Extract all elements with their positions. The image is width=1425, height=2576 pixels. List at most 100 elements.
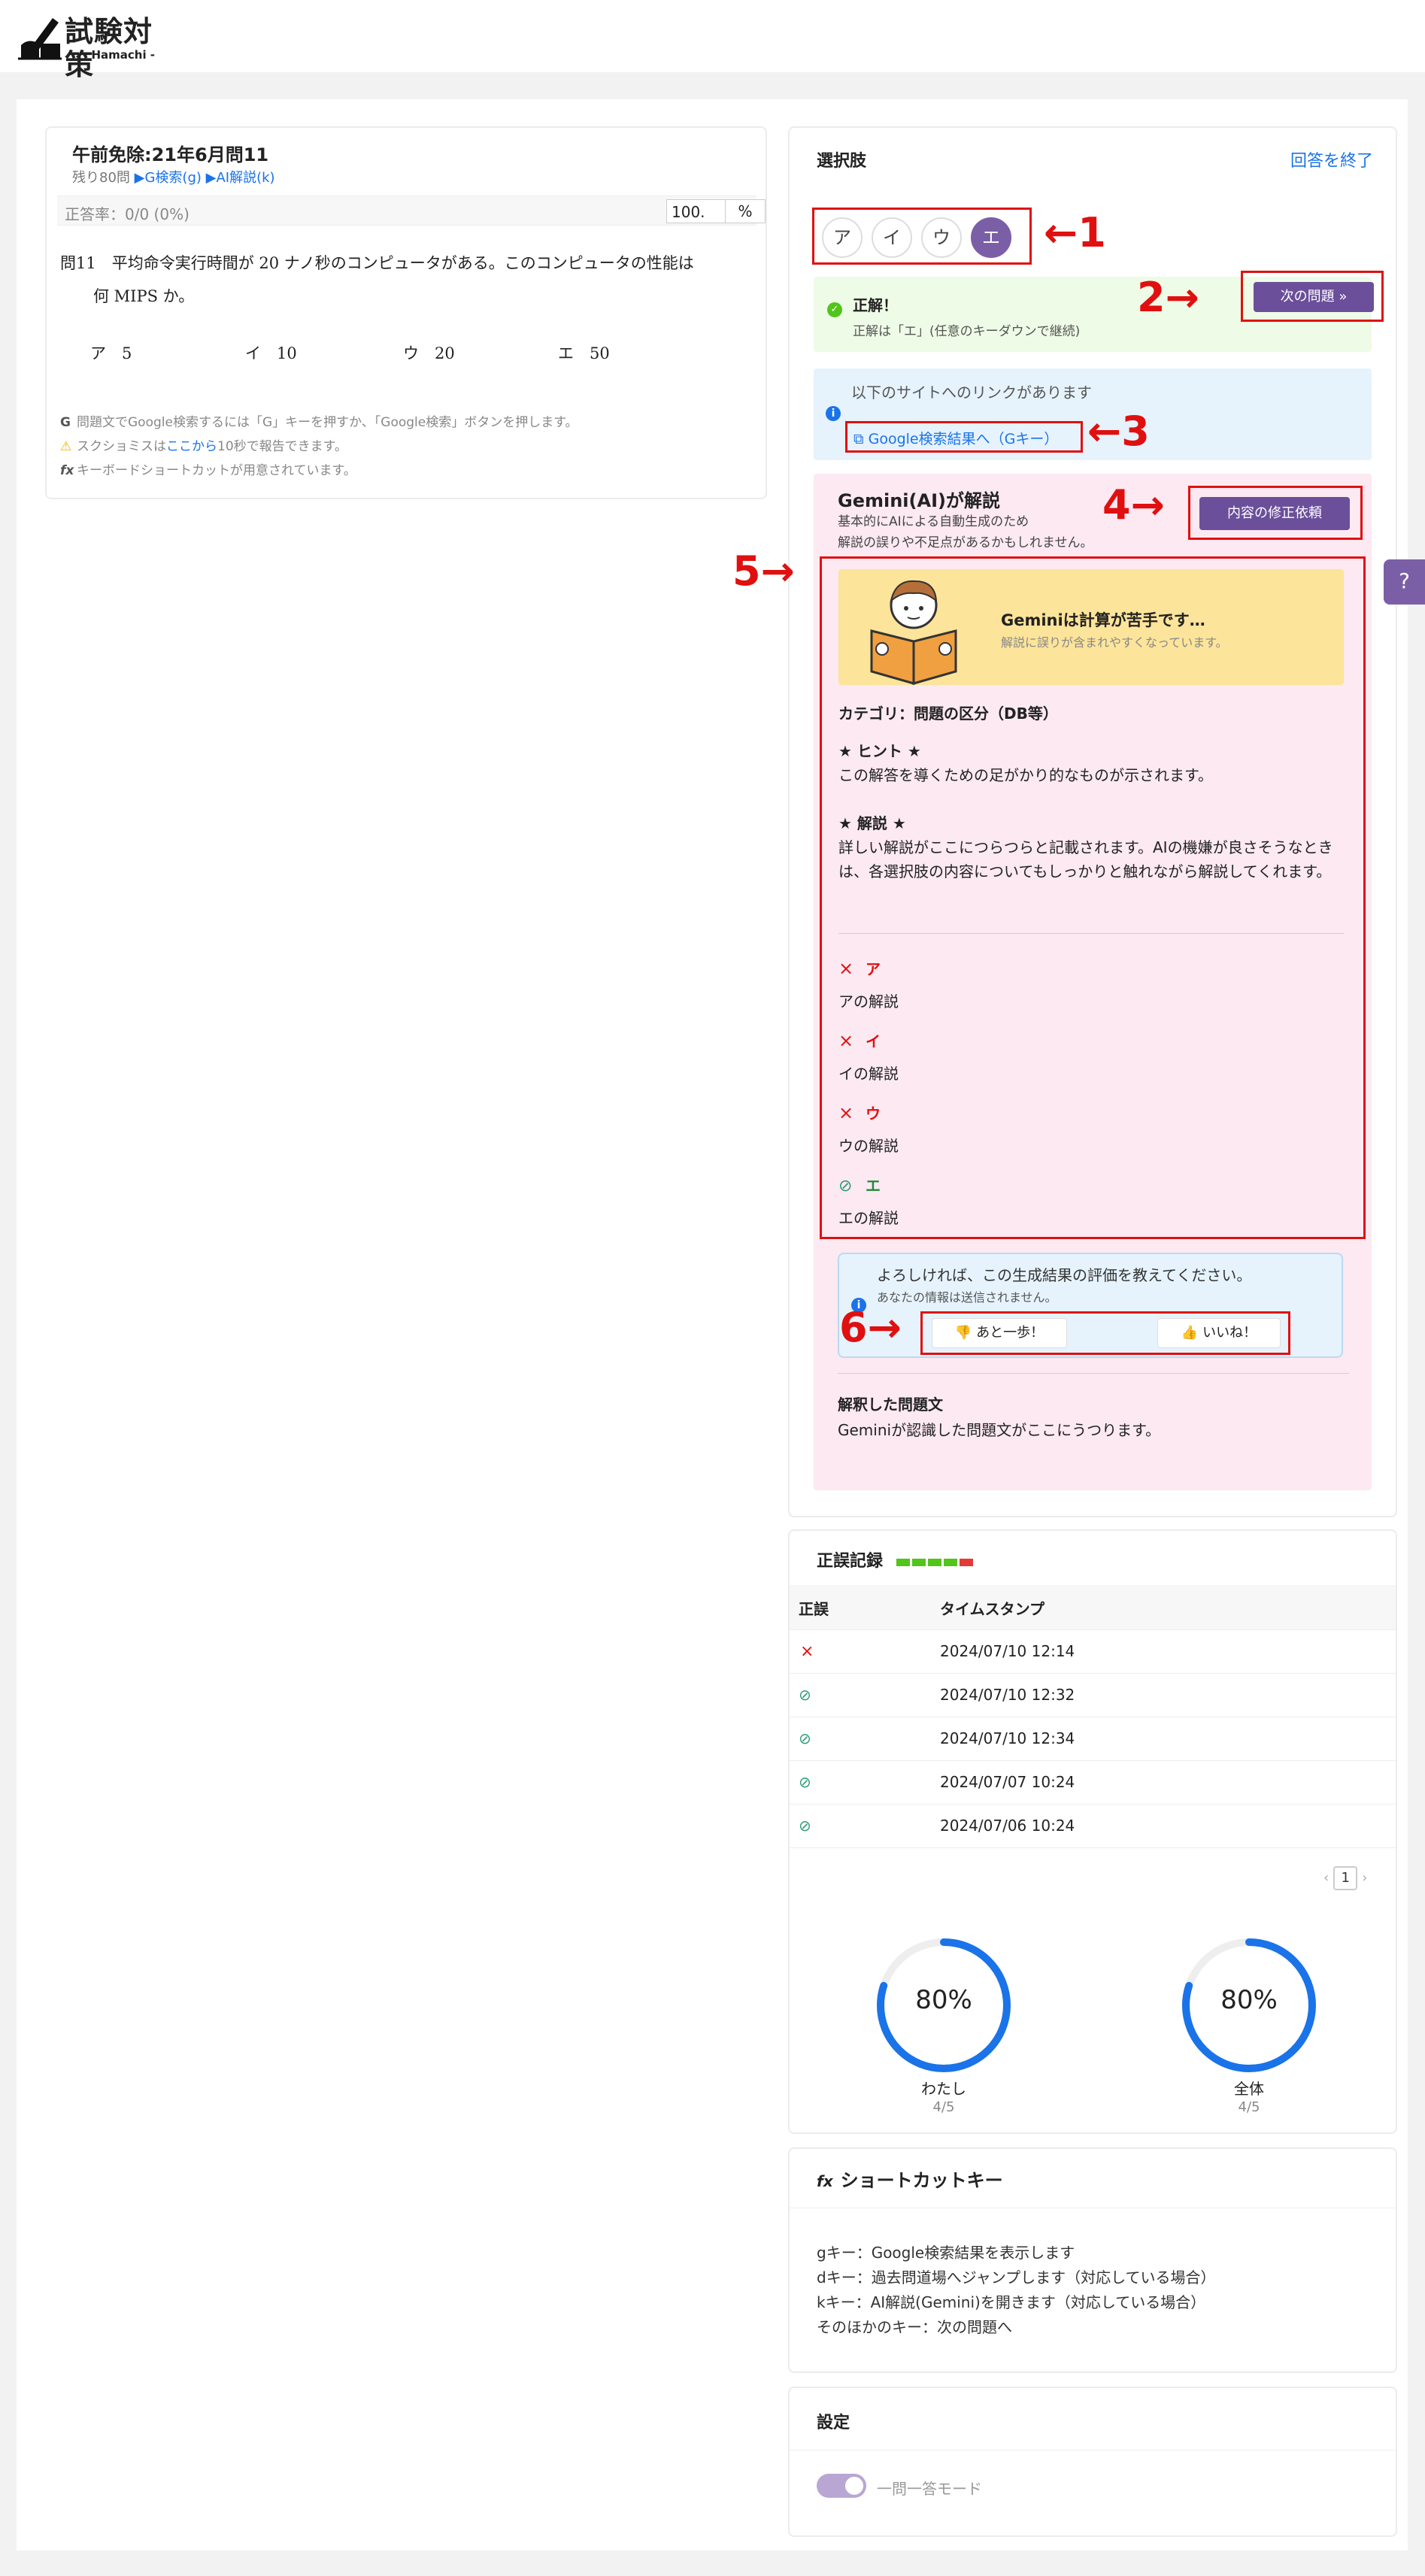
choice-key: イ [866,1032,881,1050]
one-question-mode-toggle[interactable] [817,2474,866,2498]
category-label: カテゴリ：問題の区分（DB等） [838,705,1058,723]
table-row: ⊘ 2024/07/10 12:34 [790,1717,1396,1761]
explanation-text: 詳しい解説がここにつらつらと記載されます。AIの機嫌が良さそうなときは、各選択肢… [838,838,1333,880]
question-choice: イ 10 [245,344,297,362]
history-bar [912,1559,926,1566]
thumbs-up-icon: 👍 [1181,1325,1199,1341]
note-text: スクショミスは [77,439,166,454]
next-question-label: 次の問題 [1280,289,1335,305]
report-link[interactable]: ここから [166,439,217,454]
link-box: i 以下のサイトへのリンクがあります ⧉ Google検索結果へ（Gキー） ←3 [814,368,1372,460]
choice-explanation: × ウ ウの解説 [838,1102,899,1156]
choices-title: 選択肢 [817,152,867,171]
google-results-link[interactable]: ⧉ Google検索結果へ（Gキー） [853,428,1058,448]
fix-request-highlight: 内容の修正依頼 [1188,486,1363,540]
accuracy-bar: 正答率：0/0 (0%) 100. % [57,195,766,226]
disclaimer-line: 基本的にAIによる自動生成のため [838,514,1029,529]
choice-button-a[interactable]: ア [822,217,863,258]
reading-person-illustration [870,580,957,685]
next-question-button[interactable]: 次の問題 » [1254,282,1374,312]
feedback-bad-button[interactable]: 👎 あと一歩！ [932,1318,1067,1348]
feedback-bad-label: あと一歩！ [976,1325,1044,1341]
end-answer-link[interactable]: 回答を終了 [1290,147,1373,171]
shortcut-item: kキー：AI解説(Gemini)を開きます（対応している場合） [817,2293,1206,2311]
history-bar [944,1559,957,1566]
table-row: ⊘ 2024/07/07 10:24 [790,1761,1396,1805]
zoom-input[interactable]: 100. [666,199,726,223]
table-row: × 2024/07/10 12:14 [790,1630,1396,1674]
explanation-section: Geminiは計算が苦手です… 解説に誤りが含まれやすくなっています。 カテゴリ… [820,556,1366,1239]
feedback-title: よろしければ、この生成結果の評価を教えてください。 [877,1266,1252,1284]
external-link-icon: ⧉ [853,431,864,447]
shortcut-list: gキー：Google検索結果を表示します dキー：過去問道場へジャンプします（対… [817,2241,1216,2340]
question-choice: エ 50 [558,344,610,362]
choice-explanation-text: エの解説 [838,1209,899,1227]
donut-fraction: 4/5 [932,2099,955,2115]
choice-key: ウ [866,1105,881,1123]
cross-icon: × [838,1102,854,1123]
question-choice: ウ 20 [403,344,455,362]
feedback-subtitle: あなたの情報は送信されません。 [877,1290,1057,1305]
ai-explain-link[interactable]: ▶AI解説(k) [206,170,275,186]
help-button[interactable]: ? [1384,559,1425,605]
choice-button-u[interactable]: ウ [921,217,962,258]
feedback-good-button[interactable]: 👍 いいね！ [1157,1318,1281,1348]
column-timestamp: タイムスタンプ [940,1600,1044,1618]
check-circle-icon: ⊘ [799,1773,811,1791]
timestamp: 2024/07/10 12:34 [940,1729,1075,1747]
question-line-2: 何 MIPS か。 [93,287,195,305]
settings-title: 設定 [817,2414,850,2432]
shortcut-item: そのほかのキー：次の問題へ [817,2318,1012,2336]
page-1-button[interactable]: 1 [1333,1866,1358,1890]
annotation-marker-5: 5→ [732,547,795,595]
logo[interactable]: 試験対策 - Hamachi - [15,11,173,81]
note-shortcut: fx キーボードショートカットが用意されています。 [60,459,578,483]
remaining-count: 残り80問 [72,170,130,186]
history-bar [928,1559,941,1566]
donut-label: わたし [921,2080,966,2098]
shortcut-title-text: ショートカットキー [840,2170,1003,2191]
history-bar [960,1559,973,1566]
banner-subtitle: 解説に誤りが含まれやすくなっています。 [1001,635,1228,650]
donut-percent: 80% [915,1985,972,2015]
question-line-1: 問11 平均命令実行時間が 20 ナノ秒のコンピュータがある。このコンピュータの… [60,254,694,272]
choice-button-i[interactable]: イ [872,217,912,258]
check-circle-icon: ⊘ [838,1177,853,1196]
google-search-link[interactable]: ▶G検索(g) [135,170,202,186]
pen-logo-icon [18,18,62,60]
history-bar [896,1559,910,1566]
choice-key: ア [866,960,881,978]
note-text: キーボードショートカットが用意されています。 [77,463,356,478]
annotation-marker-4: 4→ [1102,481,1165,529]
link-note: 以下のサイトへのリンクがあります [851,383,1092,402]
info-icon: i [826,406,841,421]
chevron-left-icon[interactable]: ‹ [1323,1870,1329,1886]
timestamp: 2024/07/10 12:14 [940,1642,1075,1660]
warning-icon: ⚠ [60,439,72,454]
my-accuracy-donut: 80% わたし 4/5 [872,1934,1015,2115]
toggle-label: 一問一答モード [877,2480,982,2498]
choice-button-e[interactable]: エ [971,217,1011,258]
cross-icon: × [838,958,854,979]
thumbs-down-icon: 👎 [954,1325,972,1341]
cross-icon: × [800,1642,814,1661]
donut-fraction: 4/5 [1238,2099,1260,2115]
chevron-right-icon[interactable]: › [1362,1870,1367,1886]
check-circle-icon: ✓ [827,302,842,317]
google-results-label: Google検索結果へ（Gキー） [868,431,1059,447]
disclaimer-line: 解説の誤りや不足点があるかもしれません。 [838,535,1093,550]
explanation-block: ★ 解説 ★ 詳しい解説がここにつらつらと記載されます。AIの機嫌が良さそうなと… [838,811,1350,883]
google-link-highlight: ⧉ Google検索結果へ（Gキー） [845,421,1083,453]
fix-request-button[interactable]: 内容の修正依頼 [1199,497,1350,530]
top-bar: 試験対策 - Hamachi - [0,0,1425,81]
settings-card: 設定 一問一答モード [788,2387,1397,2537]
answer-card: 選択肢 回答を終了 ア イ ウ エ ←1 ✓ 正解！ 正解は「エ」(任意のキーダ… [732,126,1397,1517]
warning-banner: Geminiは計算が苦手です… 解説に誤りが含まれやすくなっています。 [838,569,1344,685]
timestamp: 2024/07/07 10:24 [940,1773,1075,1791]
feedback-buttons-highlight: 👎 あと一歩！ 👍 いいね！ [920,1311,1290,1355]
shortcut-item: dキー：過去問道場へジャンプします（対応している場合） [817,2268,1216,2287]
history-bars [896,1555,975,1569]
main-content: 午前免除:21年6月問11 残り80問 ▶G検索(g) ▶AI解説(k) 正答率… [17,99,1408,2550]
overall-accuracy-donut: 80% 全体 4/5 [1178,1934,1320,2115]
note-text: 問題文でGoogle検索するには「G」キーを押すか、「Google検索」ボタンを… [77,415,578,430]
